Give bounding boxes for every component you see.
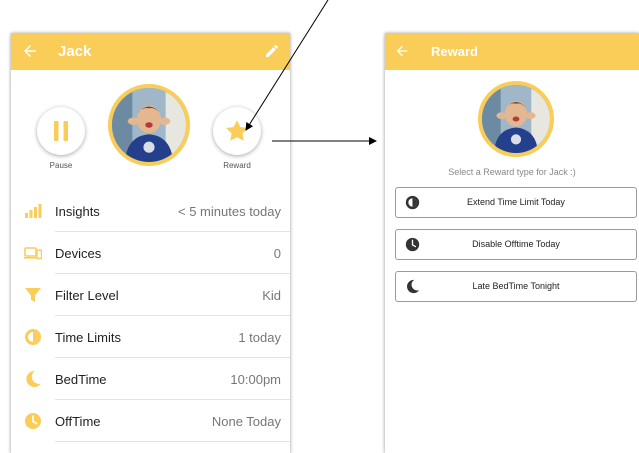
page-title: Reward	[431, 44, 478, 59]
reward-subtitle: Select a Reward type for Jack :)	[448, 167, 576, 177]
row-bedtime[interactable]: BedTime 10:00pm	[11, 358, 290, 400]
row-value: None Today	[211, 413, 281, 429]
option-label: Disable Offtime Today	[472, 239, 560, 249]
filter-funnel-icon	[25, 288, 41, 302]
disable-offtime-button[interactable]: Disable Offtime Today	[395, 229, 637, 260]
child-photo	[112, 88, 186, 162]
child-profile-screen: Jack Pause Reward Insights < 5 minutes t…	[11, 33, 290, 453]
pause-button[interactable]	[37, 107, 85, 155]
row-filter-level[interactable]: Filter Level Kid	[11, 274, 290, 316]
row-value: 10:00pm	[230, 371, 281, 387]
row-label: Devices	[55, 245, 102, 261]
option-label: Extend Time Limit Today	[467, 197, 565, 207]
row-time-limits[interactable]: Time Limits 1 today	[11, 316, 290, 358]
star-icon	[226, 120, 248, 141]
row-value: 1 today	[238, 329, 281, 345]
divider	[55, 441, 290, 442]
row-devices[interactable]: Devices 0	[11, 232, 290, 274]
reward-button[interactable]	[213, 107, 261, 155]
page-title: Jack	[58, 43, 92, 60]
row-insights[interactable]: Insights < 5 minutes today	[11, 190, 290, 232]
row-value: 0	[273, 245, 281, 261]
pause-caption: Pause	[49, 161, 73, 170]
insights-bars-icon	[25, 204, 42, 218]
reward-screen: Reward Select a Reward type for Jack :) …	[385, 33, 639, 453]
back-arrow-icon[interactable]	[394, 43, 410, 59]
row-label: Filter Level	[55, 287, 119, 303]
clock-icon	[25, 413, 41, 429]
row-value: < 5 minutes today	[178, 203, 281, 219]
app-bar: Reward	[385, 33, 639, 70]
time-limit-clock-icon	[25, 329, 41, 345]
devices-icon	[24, 247, 42, 260]
row-label: Insights	[55, 203, 100, 219]
moon-icon	[26, 370, 41, 387]
child-photo	[482, 85, 550, 153]
row-label: BedTime	[55, 371, 107, 387]
reward-caption: Reward	[223, 161, 251, 170]
app-bar: Jack	[11, 33, 290, 70]
extend-time-limit-button[interactable]: Extend Time Limit Today	[395, 187, 637, 218]
row-value: Kid	[262, 287, 281, 303]
edit-pencil-icon[interactable]	[264, 43, 280, 59]
row-label: Time Limits	[55, 329, 121, 345]
child-avatar	[478, 81, 554, 157]
row-label: OffTime	[55, 413, 101, 429]
back-arrow-icon[interactable]	[21, 42, 39, 60]
late-bedtime-button[interactable]: Late BedTime Tonight	[395, 271, 637, 302]
option-label: Late BedTime Tonight	[472, 281, 560, 291]
child-avatar	[108, 84, 190, 166]
row-offtime[interactable]: OffTime None Today	[11, 400, 290, 442]
pause-icon	[54, 121, 68, 141]
